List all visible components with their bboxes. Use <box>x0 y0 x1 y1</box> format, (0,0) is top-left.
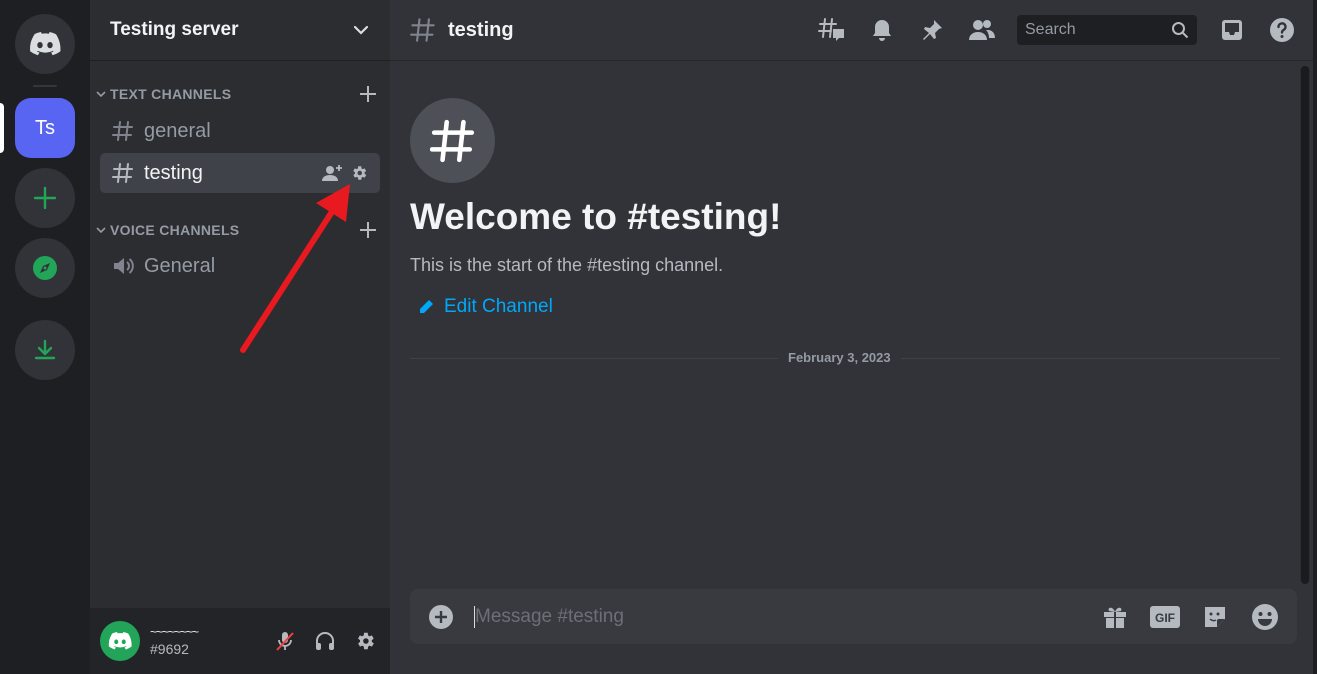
user-info[interactable]: ~~~~~~~~ #9692 <box>150 625 270 657</box>
plus-icon <box>360 222 376 238</box>
headphones-icon <box>316 632 334 650</box>
svg-text:GIF: GIF <box>1155 611 1175 625</box>
chevron-down-icon <box>96 227 106 234</box>
hash-icon <box>429 119 474 162</box>
username: ~~~~~~~~ <box>150 625 199 639</box>
search-input[interactable]: Search <box>1017 15 1197 45</box>
create-channel-button[interactable] <box>358 220 378 240</box>
bell-icon <box>873 20 891 41</box>
plus-circle-icon <box>429 604 453 629</box>
threads-button[interactable] <box>817 15 847 45</box>
welcome-title: Welcome to #testing! <box>410 196 782 237</box>
user-tag: #9692 <box>150 641 189 657</box>
pinned-messages-button[interactable] <box>917 15 947 45</box>
notifications-button[interactable] <box>867 15 897 45</box>
channel-name: General <box>144 254 216 277</box>
category-label: VOICE CHANNELS <box>110 222 240 238</box>
explore-servers-button[interactable] <box>15 238 75 298</box>
plus-icon <box>33 186 57 210</box>
scrollbar-track[interactable] <box>1300 66 1310 584</box>
channel-testing[interactable]: testing <box>100 153 380 193</box>
pencil-icon <box>420 300 433 313</box>
threads-icon <box>818 18 844 41</box>
server-initials: Ts <box>35 116 55 139</box>
channel-general[interactable]: general <box>100 111 380 151</box>
user-controls <box>270 626 380 656</box>
member-list-button[interactable] <box>967 15 997 45</box>
edit-channel-label: Edit Channel <box>444 296 553 317</box>
active-server-indicator <box>0 103 4 153</box>
emoji-icon <box>1252 603 1278 630</box>
hash-icon <box>410 18 435 42</box>
server-rail: Ts <box>0 0 90 674</box>
plus-icon <box>360 86 376 102</box>
composer-tools: GIF <box>1099 601 1281 633</box>
speaker-icon <box>114 258 134 274</box>
gift-button[interactable] <box>1099 601 1131 633</box>
discord-app: Ts Testing server TEXT CHANNELS general … <box>0 0 1317 674</box>
gear-icon <box>358 632 374 650</box>
gift-icon <box>1104 607 1126 628</box>
category-voice-channels[interactable]: VOICE CHANNELS <box>96 220 384 240</box>
window-edge <box>1313 0 1317 674</box>
channel-sidebar: Testing server TEXT CHANNELS general tes… <box>90 0 390 674</box>
help-button[interactable] <box>1267 15 1297 45</box>
deafen-button[interactable] <box>310 626 340 656</box>
chevron-down-icon[interactable] <box>352 21 370 39</box>
channel-title: testing <box>448 18 514 41</box>
discord-logo-icon <box>108 632 132 650</box>
inbox-icon <box>1222 20 1242 40</box>
chat-area: testing Search Welcome to #testing! This… <box>390 0 1317 674</box>
add-member-icon[interactable] <box>322 164 344 182</box>
members-icon <box>969 20 995 40</box>
rail-separator <box>33 85 57 87</box>
search-placeholder: Search <box>1025 21 1076 38</box>
message-composer: Message #testing GIF <box>410 589 1297 644</box>
inbox-button[interactable] <box>1217 15 1247 45</box>
avatar[interactable] <box>100 621 140 661</box>
discord-logo-icon <box>30 32 61 56</box>
download-apps-button[interactable] <box>15 320 75 380</box>
hash-icon <box>112 163 133 183</box>
welcome-subtitle: This is the start of the #testing channe… <box>410 255 724 275</box>
server-header[interactable]: Testing server <box>90 0 390 61</box>
sticker-icon <box>1205 606 1225 627</box>
user-panel: ~~~~~~~~ #9692 <box>90 608 390 674</box>
upload-button[interactable] <box>426 602 456 632</box>
add-server-button[interactable] <box>15 168 75 228</box>
create-channel-button[interactable] <box>358 84 378 104</box>
hash-icon <box>112 121 133 141</box>
scrollbar-thumb[interactable] <box>1301 66 1309 584</box>
channel-name: general <box>144 119 211 142</box>
search-icon <box>1172 22 1189 39</box>
help-icon <box>1270 18 1294 42</box>
compass-icon <box>33 256 57 280</box>
message-input[interactable]: Message #testing <box>475 606 1099 628</box>
user-settings-button[interactable] <box>350 626 380 656</box>
gif-icon: GIF <box>1150 605 1180 628</box>
channel-tools <box>322 164 368 182</box>
pin-icon <box>923 20 942 40</box>
edit-channel-link[interactable]: Edit Channel <box>418 296 553 318</box>
category-text-channels[interactable]: TEXT CHANNELS <box>96 84 384 104</box>
channel-welcome-icon <box>410 98 495 183</box>
header-toolbar: Search <box>797 15 1297 45</box>
channel-name: testing <box>144 161 203 184</box>
sticker-button[interactable] <box>1199 601 1231 633</box>
divider-date: February 3, 2023 <box>778 350 901 365</box>
server-testing[interactable]: Ts <box>15 98 75 158</box>
channel-header: testing Search <box>390 0 1317 61</box>
mute-button[interactable] <box>270 626 300 656</box>
channel-voice-general[interactable]: General <box>100 246 380 286</box>
download-icon <box>34 339 56 360</box>
category-label: TEXT CHANNELS <box>110 86 232 102</box>
chevron-down-icon <box>96 91 106 98</box>
gif-button[interactable]: GIF <box>1149 601 1181 633</box>
mic-muted-icon <box>276 632 294 651</box>
home-button[interactable] <box>15 14 75 74</box>
emoji-button[interactable] <box>1249 601 1281 633</box>
server-name: Testing server <box>110 19 239 40</box>
gear-icon[interactable] <box>350 164 368 182</box>
